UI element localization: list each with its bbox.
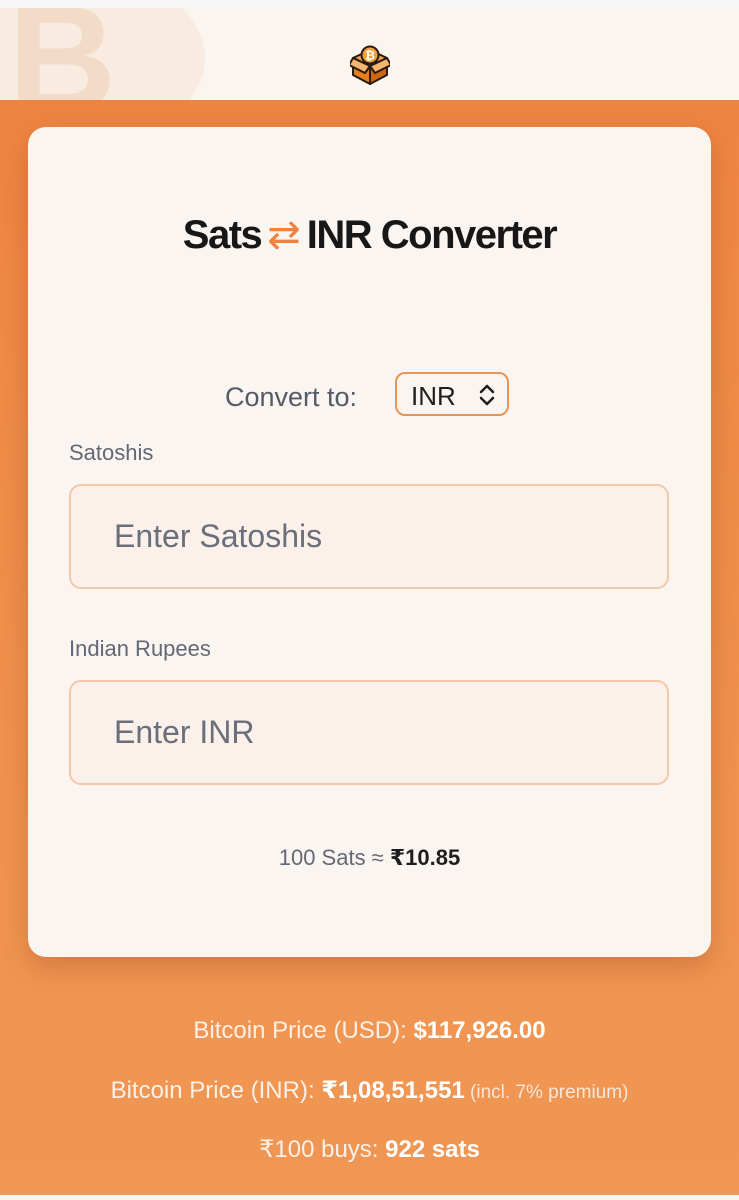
title-sats: Sats	[182, 213, 263, 257]
inr-label: Indian Rupees	[69, 636, 211, 661]
inr-input[interactable]: Enter INR	[69, 680, 669, 785]
main-area: Sats ⇄ INR Converter Convert to: INR Satos…	[0, 100, 739, 1195]
satoshis-input[interactable]: Enter Satoshis	[69, 484, 669, 589]
currency-select-value: INR	[411, 381, 456, 411]
background-bitcoin-letter: B	[8, 8, 117, 100]
converter-card: Sats ⇄ INR Converter Convert to: INR Satos…	[28, 127, 711, 957]
chevron-up-down-icon	[479, 384, 495, 406]
header: B ₿	[0, 8, 739, 100]
inr-placeholder: Enter INR	[114, 714, 255, 750]
swap-arrows-icon: ⇄	[267, 213, 301, 257]
svg-text:₿: ₿	[365, 49, 375, 63]
btc-price-inr: Bitcoin Price (INR): ₹1,08,51,551 (incl.…	[0, 1076, 739, 1105]
buys-label: ₹100 buys:	[259, 1136, 386, 1163]
conversion-rate: 100 Sats ≈ ₹10.85	[28, 845, 711, 871]
bitcoin-box-icon[interactable]: ₿	[350, 44, 390, 86]
satoshis-label: Satoshis	[69, 440, 154, 465]
currency-select[interactable]: INR	[395, 372, 509, 416]
btc-inr-label: Bitcoin Price (INR):	[110, 1077, 322, 1104]
title-inr-converter: INR Converter	[306, 213, 558, 257]
btc-usd-label: Bitcoin Price (USD):	[193, 1017, 414, 1044]
rate-prefix: 100 Sats ≈	[278, 845, 390, 870]
inr-100-buys: ₹100 buys: 922 sats	[0, 1135, 739, 1164]
top-strip	[0, 0, 739, 8]
btc-inr-value: ₹1,08,51,551	[321, 1077, 465, 1104]
convert-to-label: Convert to:	[225, 382, 358, 412]
rate-value: ₹10.85	[389, 845, 461, 870]
btc-price-usd: Bitcoin Price (USD): $117,926.00	[0, 1017, 739, 1045]
btc-inr-note: (incl. 7% premium)	[464, 1082, 629, 1103]
satoshis-placeholder: Enter Satoshis	[114, 518, 323, 554]
bottom-strip	[0, 1195, 739, 1200]
buys-value: 922 sats	[385, 1136, 480, 1163]
page-title: Sats ⇄ INR Converter	[28, 212, 711, 258]
btc-usd-value: $117,926.00	[413, 1017, 546, 1044]
